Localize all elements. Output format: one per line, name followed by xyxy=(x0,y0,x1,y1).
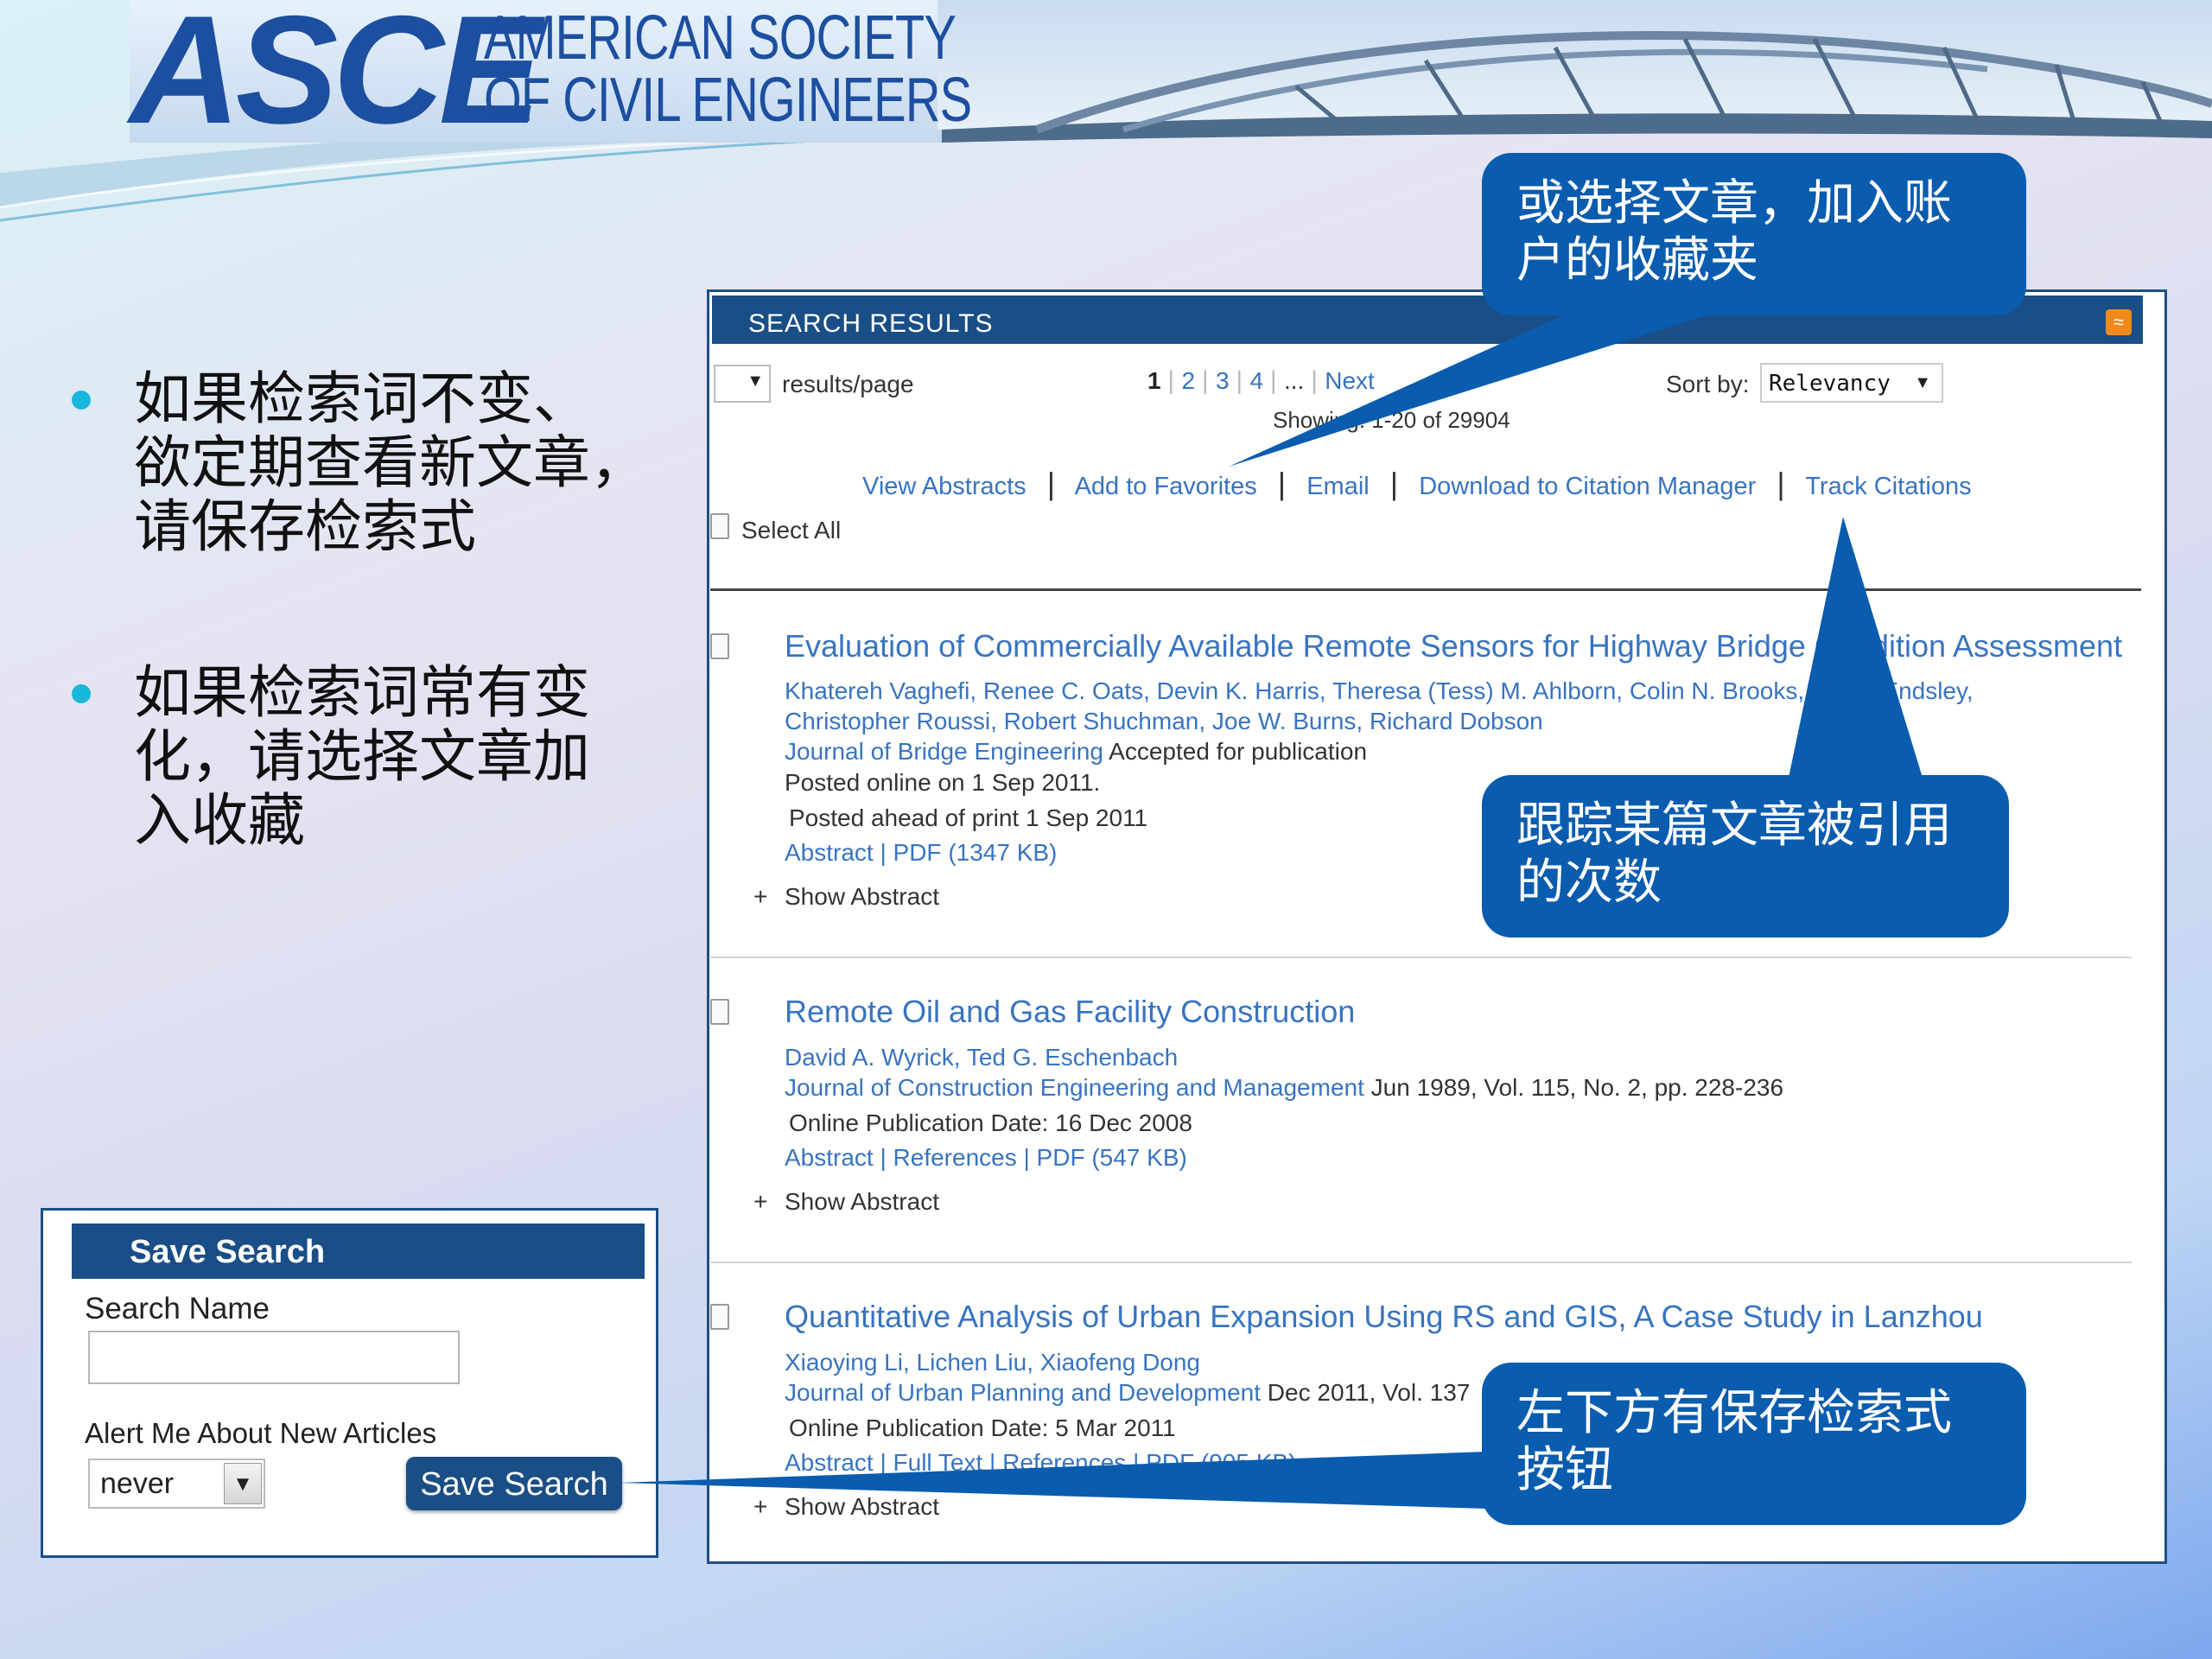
track-pointer xyxy=(1789,517,1923,778)
favorites-callout-line-2: 户的收藏夹 xyxy=(1516,232,1758,289)
track-callout-line-1: 跟踪某篇文章被引用 xyxy=(1516,798,1952,854)
favorites-pointer xyxy=(1229,311,1719,467)
track-callout: 跟踪某篇文章被引用 的次数 xyxy=(1482,775,2009,938)
save-callout: 左下方有保存检索式 按钮 xyxy=(1482,1363,2026,1525)
track-callout-line-2: 的次数 xyxy=(1516,855,1662,911)
favorites-callout: 或选择文章，加入账 户的收藏夹 xyxy=(1482,153,2026,315)
favorites-callout-line-1: 或选择文章，加入账 xyxy=(1516,175,1952,232)
save-callout-line-2: 按钮 xyxy=(1516,1442,1613,1498)
save-pointer xyxy=(619,1452,1486,1509)
save-callout-line-1: 左下方有保存检索式 xyxy=(1516,1385,1952,1441)
